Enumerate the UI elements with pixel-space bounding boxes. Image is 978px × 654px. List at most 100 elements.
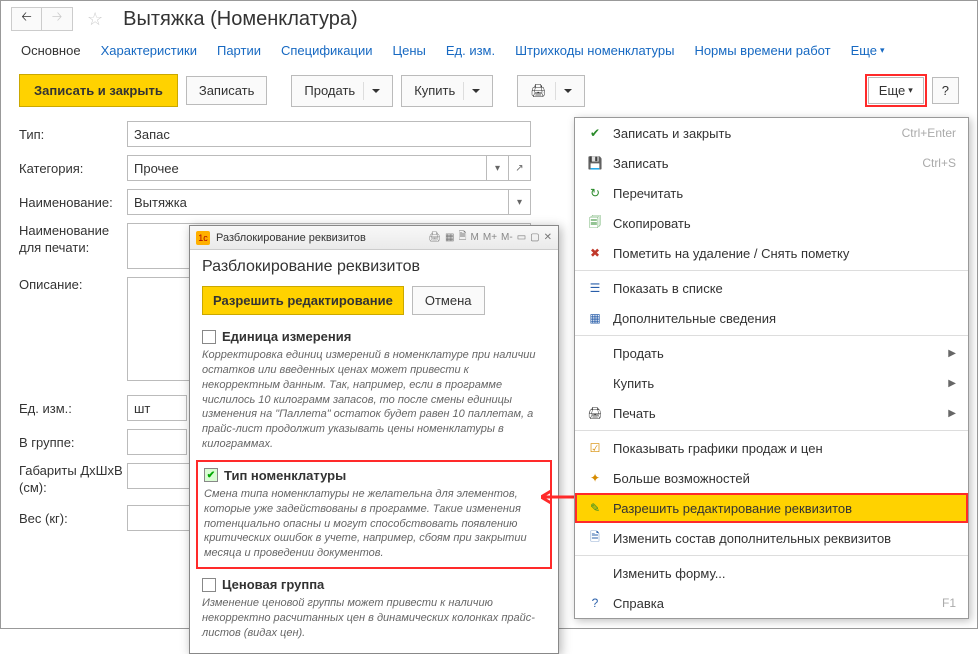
disk-icon: 💾 (587, 155, 603, 171)
tab-prices[interactable]: Цены (392, 43, 425, 58)
tb-m-icon[interactable]: M (471, 232, 479, 243)
menu-mark-delete[interactable]: ✖ Пометить на удаление / Снять пометку (575, 238, 968, 268)
list-icon: ☰ (587, 280, 603, 296)
blank-icon (587, 375, 603, 391)
menu-show-graphs[interactable]: ☑ Показывать графики продаж и цен (575, 433, 968, 463)
edit-icon: ✎ (587, 500, 603, 516)
chk-uom-label: Единица измерения (222, 329, 351, 344)
menu-reread[interactable]: ↻ Перечитать (575, 178, 968, 208)
tab-characteristics[interactable]: Характеристики (101, 43, 197, 58)
favorite-icon[interactable]: ☆ (87, 9, 103, 30)
dims-label: Габариты ДxШxВ (см): (19, 463, 127, 497)
chevron-right-icon: ▶ (948, 378, 956, 389)
sell-button[interactable]: Продать (291, 75, 393, 107)
checkbox-checked-icon: ✔ (204, 468, 218, 482)
tb-max-icon[interactable]: ▢ (530, 232, 539, 243)
close-icon[interactable]: ✕ (544, 232, 552, 243)
menu-copy[interactable]: 🗐 Скопировать (575, 208, 968, 238)
tb-mminus-icon[interactable]: M- (501, 232, 513, 243)
dialog-title: Разблокирование реквизитов (216, 232, 366, 244)
print-name-label: Наименование для печати: (19, 223, 127, 257)
tab-main[interactable]: Основное (21, 43, 81, 58)
chevron-right-icon: ▶ (948, 408, 956, 419)
tb-mplus-icon[interactable]: M+ (483, 232, 497, 243)
desc-price: Изменение ценовой группы может привести … (202, 596, 546, 641)
name-input[interactable]: Вытяжка (127, 189, 509, 215)
save-button[interactable]: Записать (186, 76, 268, 105)
menu-allow-edit[interactable]: ✎ Разрешить редактирование реквизитов (575, 493, 968, 523)
desc-label: Описание: (19, 277, 127, 292)
chk-type-row[interactable]: ✔ Тип номенклатуры (204, 468, 544, 483)
chk-price-label: Ценовая группа (222, 577, 324, 592)
menu-print[interactable]: 🖨 Печать ▶ (575, 398, 968, 428)
dialog-titlebar: 1c Разблокирование реквизитов 🖨 ▦ 🗎 M M+… (190, 226, 558, 250)
menu-show-list[interactable]: ☰ Показать в списке (575, 273, 968, 303)
buy-button[interactable]: Купить (401, 75, 493, 107)
cancel-button[interactable]: Отмена (412, 286, 485, 315)
tab-uom[interactable]: Ед. изм. (446, 43, 495, 58)
star-icon: ✦ (587, 470, 603, 486)
chk-uom-row[interactable]: Единица измерения (202, 329, 546, 344)
printer-icon: 🖨 (530, 83, 547, 99)
menu-help[interactable]: ? Справка F1 (575, 588, 968, 618)
nav-forward-button[interactable]: 🡢 (42, 8, 72, 30)
menu-more-opts[interactable]: ✦ Больше возможностей (575, 463, 968, 493)
nav-back-button[interactable]: 🡠 (12, 8, 42, 30)
menu-buy[interactable]: Купить ▶ (575, 368, 968, 398)
chevron-right-icon: ▶ (948, 348, 956, 359)
group-input[interactable] (127, 429, 187, 455)
refresh-icon: ↻ (587, 185, 603, 201)
uom-input[interactable]: шт (127, 395, 187, 421)
tb-min-icon[interactable]: ▭ (517, 232, 526, 243)
weight-label: Вес (кг): (19, 511, 127, 526)
checkbox-icon: ☑ (587, 440, 603, 456)
name-label: Наименование: (19, 195, 127, 210)
tb-cal-icon[interactable]: ▦ (445, 232, 454, 243)
delete-icon: ✖ (587, 245, 603, 261)
blank-icon (587, 565, 603, 581)
chk-price-row[interactable]: Ценовая группа (202, 577, 546, 592)
menu-change-comp[interactable]: 🗎 Изменить состав дополнительных реквизи… (575, 523, 968, 553)
settings-icon: 🗎 (587, 530, 603, 546)
uom-label: Ед. изм.: (19, 401, 127, 416)
menu-save-close[interactable]: ✔ Записать и закрыть Ctrl+Enter (575, 118, 968, 148)
more-button[interactable]: Еще▾ (868, 77, 924, 104)
checkbox-icon (202, 330, 216, 344)
unlock-dialog: 1c Разблокирование реквизитов 🖨 ▦ 🗎 M M+… (189, 225, 559, 654)
category-label: Категория: (19, 161, 127, 176)
group-label: В группе: (19, 435, 127, 450)
print-button[interactable]: 🖨 (517, 75, 585, 107)
toolbar: Записать и закрыть Записать Продать Купи… (1, 70, 977, 117)
help-button[interactable]: ? (932, 77, 959, 104)
category-input[interactable]: Прочее (127, 155, 487, 181)
menu-change-form[interactable]: Изменить форму... (575, 558, 968, 588)
menu-extra-info[interactable]: ▦ Дополнительные сведения (575, 303, 968, 333)
menu-save[interactable]: 💾 Записать Ctrl+S (575, 148, 968, 178)
help-icon: ? (587, 595, 603, 611)
save-close-button[interactable]: Записать и закрыть (19, 74, 178, 107)
info-icon: ▦ (587, 310, 603, 326)
more-menu: ✔ Записать и закрыть Ctrl+Enter 💾 Записа… (574, 117, 969, 619)
category-dropdown-icon[interactable]: ▾ (487, 155, 509, 181)
allow-edit-button[interactable]: Разрешить редактирование (202, 286, 404, 315)
desc-type: Смена типа номенклатуры не желательна дл… (204, 487, 544, 561)
app-icon: 1c (196, 231, 210, 245)
tab-specs[interactable]: Спецификации (281, 43, 373, 58)
tab-norms[interactable]: Нормы времени работ (694, 43, 830, 58)
tab-barcodes[interactable]: Штрихкоды номенклатуры (515, 43, 674, 58)
checkbox-icon (202, 578, 216, 592)
name-dropdown-icon[interactable]: ▾ (509, 189, 531, 215)
tb-doc-icon[interactable]: 🗎 (458, 229, 466, 246)
tab-parts[interactable]: Партии (217, 43, 261, 58)
printer-icon: 🖨 (587, 405, 603, 421)
blank-icon (587, 345, 603, 361)
desc-uom: Корректировка единиц измерений в номенкл… (202, 348, 546, 452)
type-label: Тип: (19, 127, 127, 142)
page-title: Вытяжка (Номенклатура) (117, 8, 358, 31)
category-open-icon[interactable]: ↗ (509, 155, 531, 181)
tab-more[interactable]: Еще▾ (851, 43, 885, 58)
tb-print-icon[interactable]: 🖨 (428, 232, 441, 243)
type-input[interactable]: Запас (127, 121, 531, 147)
tabs-bar: Основное Характеристики Партии Специфика… (1, 37, 977, 70)
menu-sell[interactable]: Продать ▶ (575, 338, 968, 368)
